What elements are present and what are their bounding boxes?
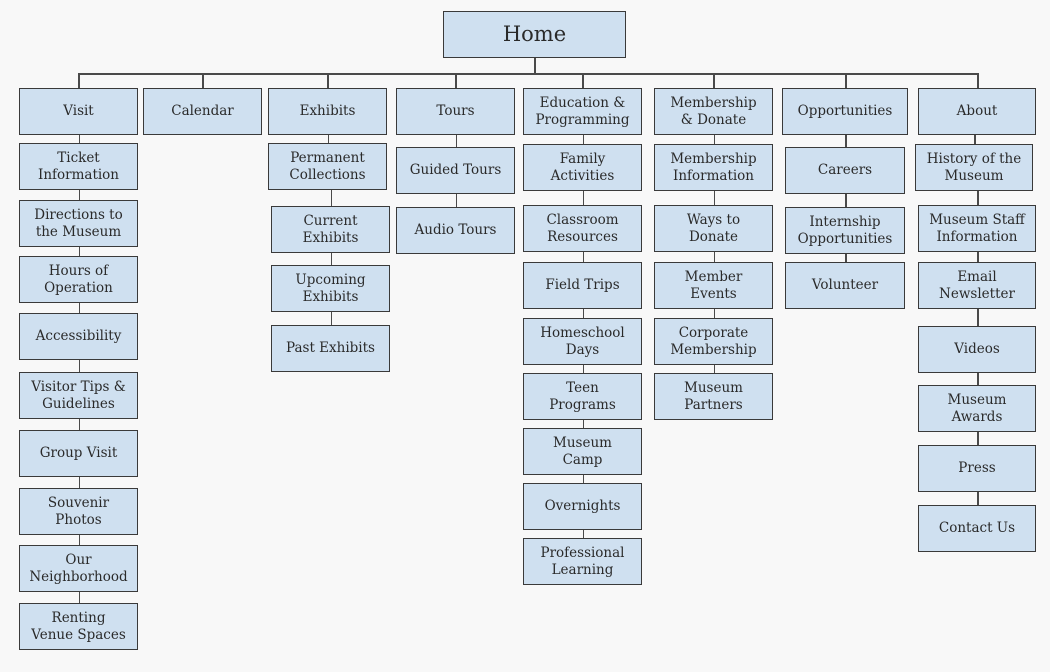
- page-about-item[interactable]: Contact Us: [918, 505, 1036, 552]
- connector-opportunities-2: [845, 254, 847, 262]
- page-about-item[interactable]: Museum Staff Information: [918, 205, 1036, 252]
- page-exhibits-item[interactable]: Permanent Collections: [268, 143, 387, 190]
- page-visit-item[interactable]: Group Visit: [19, 430, 138, 477]
- page-membership-donate-item[interactable]: Membership Information: [654, 144, 773, 191]
- page-membership-donate-item[interactable]: Corporate Membership: [654, 318, 773, 365]
- connector-about-3: [977, 309, 979, 326]
- page-opportunities-item[interactable]: Careers: [785, 147, 905, 194]
- connector-about-5: [977, 432, 979, 445]
- connector-visit-6: [78, 477, 80, 488]
- connector-visit-0: [78, 135, 80, 143]
- page-membership-donate-item[interactable]: Member Events: [654, 262, 773, 309]
- connector-exhibits-2: [330, 253, 332, 265]
- connector-education-programming-7: [582, 530, 584, 538]
- page-visit-item[interactable]: Visitor Tips & Guidelines: [19, 372, 138, 419]
- connector-membership-donate-0: [713, 135, 715, 144]
- page-membership-donate-item[interactable]: Museum Partners: [654, 373, 773, 420]
- page-visit-item[interactable]: Ticket Information: [19, 143, 138, 190]
- page-opportunities-item[interactable]: Internship Opportunities: [785, 207, 905, 254]
- connector-exhibits-3: [330, 312, 332, 325]
- page-visit-item[interactable]: Souvenir Photos: [19, 488, 138, 535]
- connector-about-6: [977, 492, 979, 505]
- connector-education-programming-3: [582, 309, 584, 318]
- connector-membership-donate-4: [713, 365, 715, 373]
- connector-visit-4: [78, 360, 80, 372]
- page-visit-item[interactable]: Accessibility: [19, 313, 138, 360]
- connector-visit-5: [78, 419, 80, 430]
- page-exhibits-item[interactable]: Upcoming Exhibits: [271, 265, 390, 312]
- connector-top-bar: [78, 73, 978, 75]
- page-education-programming-item[interactable]: Family Activities: [523, 144, 642, 191]
- section-education-programming[interactable]: Education & Programming: [523, 88, 642, 135]
- page-exhibits-item[interactable]: Past Exhibits: [271, 325, 390, 372]
- connector-exhibits: [327, 73, 329, 88]
- connector-opportunities: [845, 73, 847, 88]
- connector-tours: [455, 73, 457, 88]
- page-education-programming-item[interactable]: Homeschool Days: [523, 318, 642, 365]
- connector-membership-donate-3: [713, 309, 715, 318]
- connector-about: [977, 73, 979, 88]
- page-visit-item[interactable]: Hours of Operation: [19, 256, 138, 303]
- page-visit-item[interactable]: Renting Venue Spaces: [19, 603, 138, 650]
- page-education-programming-item[interactable]: Classroom Resources: [523, 205, 642, 252]
- connector-exhibits-1: [330, 190, 332, 206]
- connector-membership-donate-1: [713, 191, 715, 205]
- page-about-item[interactable]: Email Newsletter: [918, 262, 1036, 309]
- page-membership-donate-item[interactable]: Ways to Donate: [654, 205, 773, 252]
- connector-visit-2: [78, 247, 80, 256]
- connector-exhibits-0: [327, 135, 329, 143]
- connector-education-programming-2: [582, 252, 584, 262]
- connector-opportunities-1: [845, 194, 847, 207]
- connector-education-programming-0: [582, 135, 584, 144]
- section-calendar[interactable]: Calendar: [143, 88, 262, 135]
- connector-education-programming-1: [582, 191, 584, 205]
- section-membership-donate[interactable]: Membership & Donate: [654, 88, 773, 135]
- page-visit-item[interactable]: Directions to the Museum: [19, 200, 138, 247]
- page-about-item[interactable]: Museum Awards: [918, 385, 1036, 432]
- connector-education-programming-6: [582, 475, 584, 483]
- page-education-programming-item[interactable]: Overnights: [523, 483, 642, 530]
- connector-about-0: [974, 135, 976, 144]
- page-education-programming-item[interactable]: Field Trips: [523, 262, 642, 309]
- page-education-programming-item[interactable]: Museum Camp: [523, 428, 642, 475]
- connector-visit: [78, 73, 80, 88]
- connector-membership-donate: [713, 73, 715, 88]
- connector-education-programming: [582, 73, 584, 88]
- connector-opportunities-0: [845, 135, 847, 147]
- connector-about-4: [977, 373, 979, 385]
- connector-visit-1: [78, 190, 80, 200]
- node-home[interactable]: Home: [443, 11, 626, 58]
- connector-about-2: [977, 252, 979, 262]
- connector-root-stem: [534, 58, 536, 74]
- connector-membership-donate-2: [713, 252, 715, 262]
- connector-visit-3: [78, 303, 80, 313]
- section-opportunities[interactable]: Opportunities: [782, 88, 908, 135]
- page-tours-item[interactable]: Guided Tours: [396, 147, 515, 194]
- connector-tours-1: [455, 194, 457, 207]
- section-tours[interactable]: Tours: [396, 88, 515, 135]
- section-about[interactable]: About: [918, 88, 1036, 135]
- connector-education-programming-5: [582, 420, 584, 428]
- page-education-programming-item[interactable]: Teen Programs: [523, 373, 642, 420]
- page-visit-item[interactable]: Our Neighborhood: [19, 545, 138, 592]
- page-education-programming-item[interactable]: Professional Learning: [523, 538, 642, 585]
- connector-visit-8: [78, 592, 80, 603]
- section-exhibits[interactable]: Exhibits: [268, 88, 387, 135]
- connector-education-programming-4: [582, 365, 584, 373]
- connector-tours-0: [455, 135, 457, 147]
- page-opportunities-item[interactable]: Volunteer: [785, 262, 905, 309]
- connector-about-1: [977, 191, 979, 205]
- page-exhibits-item[interactable]: Current Exhibits: [271, 206, 390, 253]
- page-tours-item[interactable]: Audio Tours: [396, 207, 515, 254]
- connector-calendar: [202, 73, 204, 88]
- page-about-item[interactable]: History of the Museum: [915, 144, 1033, 191]
- section-visit[interactable]: Visit: [19, 88, 138, 135]
- page-about-item[interactable]: Press: [918, 445, 1036, 492]
- page-about-item[interactable]: Videos: [918, 326, 1036, 373]
- connector-visit-7: [78, 535, 80, 545]
